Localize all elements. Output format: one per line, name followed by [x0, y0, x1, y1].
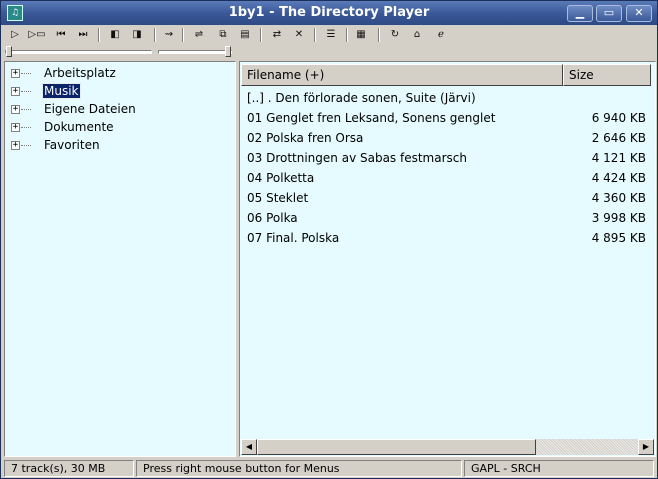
- tree-item-musik[interactable]: + Musik: [5, 83, 235, 101]
- column-header-size[interactable]: Size: [563, 64, 651, 86]
- column-header-filename[interactable]: Filename (+): [241, 64, 563, 86]
- slider-row: [2, 45, 656, 59]
- position-slider-track[interactable]: [5, 50, 152, 54]
- clear-icon[interactable]: ✕: [290, 27, 308, 44]
- file-list[interactable]: Filename (+) Size [..] . Den förlorade s…: [239, 61, 656, 457]
- file-size: 4 895 KB: [591, 231, 646, 245]
- align-icon[interactable]: ☰: [322, 27, 340, 44]
- expand-icon[interactable]: +: [11, 123, 20, 132]
- repeat-icon[interactable]: ⇄: [268, 27, 286, 44]
- folder-tree[interactable]: + Arbeitsplatz + Musik + Eigene Dateien …: [4, 61, 236, 457]
- toolbar-separator: [260, 28, 262, 42]
- close-button[interactable]: ✕: [626, 5, 652, 22]
- tree-connector: [21, 73, 31, 74]
- toolbar-separator: [378, 28, 380, 42]
- status-track-count: 7 track(s), 30 MB: [4, 460, 134, 477]
- info-icon[interactable]: ▤: [236, 27, 254, 44]
- expand-icon[interactable]: +: [11, 105, 20, 114]
- list-item[interactable]: 07 Final. Polska 4 895 KB: [242, 228, 652, 248]
- file-size: 6 940 KB: [591, 111, 646, 125]
- toolbar-separator: [346, 28, 348, 42]
- reload-icon[interactable]: ↻: [386, 27, 404, 44]
- home-icon[interactable]: ⌂: [408, 27, 426, 44]
- tree-item-label-selected[interactable]: Musik: [42, 83, 81, 99]
- play-icon[interactable]: ▷: [6, 27, 24, 44]
- minimize-button[interactable]: ▁: [567, 5, 593, 22]
- file-size: 4 121 KB: [591, 151, 646, 165]
- file-size: 3 998 KB: [591, 211, 646, 225]
- previous-folder-icon[interactable]: ◧: [106, 27, 124, 44]
- tree-connector: [21, 127, 31, 128]
- volume-slider-track[interactable]: [158, 50, 232, 54]
- maximize-button[interactable]: ▭: [596, 5, 622, 22]
- horizontal-scrollbar[interactable]: ◀ ▶: [241, 439, 654, 455]
- tree-item-eigene-dateien[interactable]: + Eigene Dateien: [5, 101, 235, 119]
- scroll-right-icon[interactable]: ▶: [638, 439, 654, 455]
- list-item[interactable]: 04 Polketta 4 424 KB: [242, 168, 652, 188]
- toolbar-separator: [98, 28, 100, 42]
- file-size: 4 360 KB: [591, 191, 646, 205]
- volume-slider-thumb[interactable]: [225, 46, 231, 57]
- scrollbar-thumb[interactable]: [257, 439, 536, 455]
- list-item[interactable]: 02 Polska fren Orsa 2 646 KB: [242, 128, 652, 148]
- position-slider-thumb[interactable]: [6, 46, 12, 57]
- expand-icon[interactable]: +: [11, 141, 20, 150]
- equalizer-icon[interactable]: ⇌: [190, 27, 208, 44]
- file-name: 02 Polska fren Orsa: [247, 131, 364, 145]
- file-name: 05 Steklet: [247, 191, 309, 205]
- tree-connector: [21, 145, 31, 146]
- toolbar-separator: [182, 28, 184, 42]
- status-bar: 7 track(s), 30 MB Press right mouse butt…: [2, 458, 656, 478]
- shuffle-icon[interactable]: ⇝: [160, 27, 178, 44]
- file-name: [..] . Den förlorade sonen, Suite (Järvi…: [247, 91, 476, 105]
- toolbar: ▷ ▷▭ ⏮ ⏭ ◧ ◨ ⇝ ⇌ ⧉ ▤ ⇄ ✕ ☰ ▦ ↻ ⌂ ℯ: [2, 25, 656, 45]
- file-name: 07 Final. Polska: [247, 231, 340, 245]
- file-size: 4 424 KB: [591, 171, 646, 185]
- file-name: 04 Polketta: [247, 171, 315, 185]
- status-hint: Press right mouse button for Menus: [136, 460, 462, 477]
- tree-item-label[interactable]: Arbeitsplatz: [43, 66, 117, 80]
- toolbar-separator: [154, 28, 156, 42]
- list-item-parent-folder[interactable]: [..] . Den förlorade sonen, Suite (Järvi…: [242, 88, 652, 108]
- toolbar-separator: [314, 28, 316, 42]
- tree-connector: [21, 91, 31, 92]
- list-item[interactable]: 03 Drottningen av Sabas festmarsch 4 121…: [242, 148, 652, 168]
- tree-connector: [21, 109, 31, 110]
- expand-icon[interactable]: +: [11, 87, 20, 96]
- title-bar[interactable]: ♫ 1by1 - The Directory Player ▁ ▭ ✕: [1, 1, 657, 25]
- window-title: 1by1 - The Directory Player: [228, 5, 430, 20]
- list-item[interactable]: 06 Polka 3 998 KB: [242, 208, 652, 228]
- app-window: ♫ 1by1 - The Directory Player ▁ ▭ ✕ ▷ ▷▭…: [0, 0, 658, 479]
- playlist-icon[interactable]: ▦: [352, 27, 370, 44]
- play-next-icon[interactable]: ▷▭: [26, 27, 48, 44]
- tree-item-label[interactable]: Eigene Dateien: [43, 102, 137, 116]
- file-size: 2 646 KB: [591, 131, 646, 145]
- next-folder-icon[interactable]: ◨: [128, 27, 146, 44]
- next-track-icon[interactable]: ⏭: [74, 27, 92, 44]
- copy-icon[interactable]: ⧉: [214, 27, 232, 44]
- file-name: 01 Genglet fren Leksand, Sonens genglet: [247, 111, 496, 125]
- scroll-left-icon[interactable]: ◀: [241, 439, 257, 455]
- previous-track-icon[interactable]: ⏮: [52, 27, 70, 44]
- list-item[interactable]: 01 Genglet fren Leksand, Sonens genglet …: [242, 108, 652, 128]
- tree-item-label[interactable]: Dokumente: [43, 120, 115, 134]
- tree-item-dokumente[interactable]: + Dokumente: [5, 119, 235, 137]
- tree-item-arbeitsplatz[interactable]: + Arbeitsplatz: [5, 65, 235, 83]
- tree-item-favoriten[interactable]: + Favoriten: [5, 137, 235, 155]
- file-name: 03 Drottningen av Sabas festmarsch: [247, 151, 467, 165]
- list-item[interactable]: 05 Steklet 4 360 KB: [242, 188, 652, 208]
- status-mode: GAPL - SRCH: [464, 460, 654, 477]
- file-name: 06 Polka: [247, 211, 298, 225]
- tree-item-label[interactable]: Favoriten: [43, 138, 101, 152]
- expand-icon[interactable]: +: [11, 69, 20, 78]
- browser-icon[interactable]: ℯ: [432, 27, 450, 44]
